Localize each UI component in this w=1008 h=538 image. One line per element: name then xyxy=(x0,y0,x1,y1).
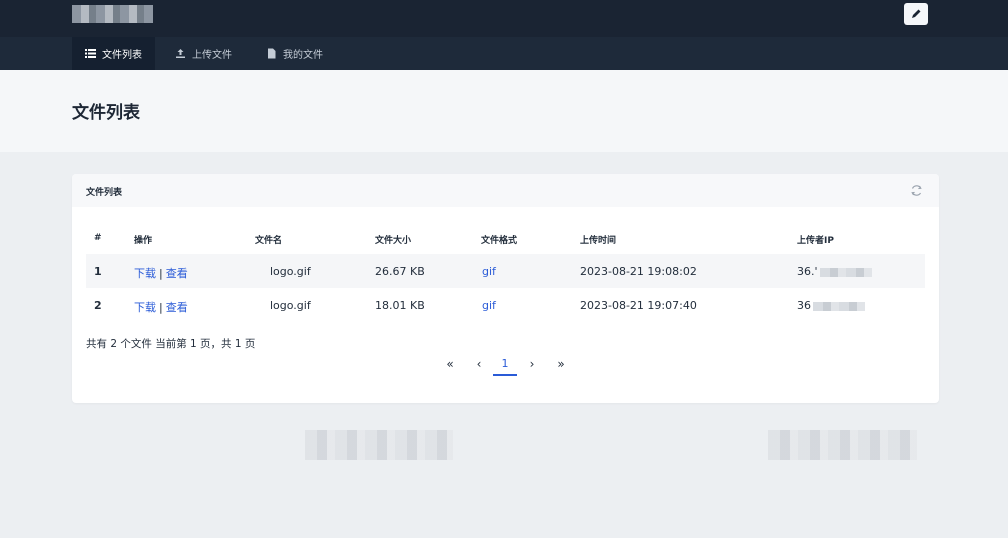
file-format-link[interactable]: gif xyxy=(482,299,496,312)
nav-item-label: 文件列表 xyxy=(102,50,142,61)
nav-item-label: 我的文件 xyxy=(283,50,323,61)
logo[interactable] xyxy=(72,5,153,23)
uploader-ip-text: 36.' xyxy=(797,265,818,278)
file-name: logo.gif xyxy=(270,265,311,278)
footer-redacted-text xyxy=(305,430,453,460)
row-index: 2 xyxy=(94,299,102,312)
file-list-card: 文件列表 # 操作 文件名 文件大小 文件格式 上传时间 上传者IP 1 下载 |… xyxy=(72,174,939,403)
upload-icon xyxy=(176,49,185,58)
nav-bar: 文件列表 上传文件 我的文件 xyxy=(0,37,1008,70)
file-size: 26.67 KB xyxy=(375,265,425,278)
nav-item-upload[interactable]: 上传文件 xyxy=(162,37,245,70)
column-header-format: 文件格式 xyxy=(481,236,518,246)
top-header xyxy=(0,0,1008,37)
refresh-icon[interactable] xyxy=(910,184,923,197)
download-link[interactable]: 下载 xyxy=(134,267,156,280)
row-actions: 下载 | 查看 xyxy=(134,299,188,315)
ip-redaction xyxy=(813,301,865,311)
column-header-uploader-ip: 上传者IP xyxy=(797,236,834,246)
column-header-filename: 文件名 xyxy=(255,236,283,246)
table-row: 2 下载 | 查看 logo.gif 18.01 KB gif 2023-08-21… xyxy=(86,288,925,322)
file-icon xyxy=(268,48,276,59)
column-header-filesize: 文件大小 xyxy=(375,236,412,246)
card-header: 文件列表 xyxy=(72,174,939,207)
pencil-icon xyxy=(912,9,921,18)
row-index: 1 xyxy=(94,265,102,278)
table-row: 1 下载 | 查看 logo.gif 26.67 KB gif 2023-08-21… xyxy=(86,254,925,288)
column-header-actions: 操作 xyxy=(134,236,153,246)
nav-item-label: 上传文件 xyxy=(192,50,232,61)
upload-time: 2023-08-21 19:07:40 xyxy=(580,299,697,312)
page-title: 文件列表 xyxy=(72,103,140,123)
column-header-index: # xyxy=(94,233,102,243)
row-actions: 下载 | 查看 xyxy=(134,265,188,281)
download-link[interactable]: 下载 xyxy=(134,301,156,314)
file-format-link[interactable]: gif xyxy=(482,265,496,278)
card-title: 文件列表 xyxy=(86,188,123,198)
action-separator: | xyxy=(159,267,163,280)
pagination-summary: 共有 2 个文件 当前第 1 页，共 1 页 xyxy=(86,338,256,350)
file-name: logo.gif xyxy=(270,299,311,312)
nav-item-my-files[interactable]: 我的文件 xyxy=(253,37,336,70)
nav-item-file-list[interactable]: 文件列表 xyxy=(72,37,155,70)
next-page-button[interactable]: › xyxy=(520,352,544,376)
ip-redaction xyxy=(819,267,872,277)
list-icon xyxy=(85,49,96,58)
page-header: 文件列表 xyxy=(0,70,1008,152)
last-page-button[interactable]: » xyxy=(549,352,573,376)
upload-time: 2023-08-21 19:08:02 xyxy=(580,265,697,278)
view-link[interactable]: 查看 xyxy=(166,301,188,314)
file-size: 18.01 KB xyxy=(375,299,425,312)
pagination: « ‹ 1 › » xyxy=(72,352,939,376)
view-link[interactable]: 查看 xyxy=(166,267,188,280)
edit-button[interactable] xyxy=(904,3,928,25)
action-separator: | xyxy=(159,301,163,314)
prev-page-button[interactable]: ‹ xyxy=(467,352,491,376)
uploader-ip-text: 36 xyxy=(797,299,811,312)
page-number-current[interactable]: 1 xyxy=(493,352,517,376)
first-page-button[interactable]: « xyxy=(438,352,462,376)
footer-redacted-text xyxy=(768,430,917,460)
uploader-ip: 36 xyxy=(797,299,865,312)
column-header-upload-time: 上传时间 xyxy=(580,236,617,246)
uploader-ip: 36.' xyxy=(797,265,872,278)
